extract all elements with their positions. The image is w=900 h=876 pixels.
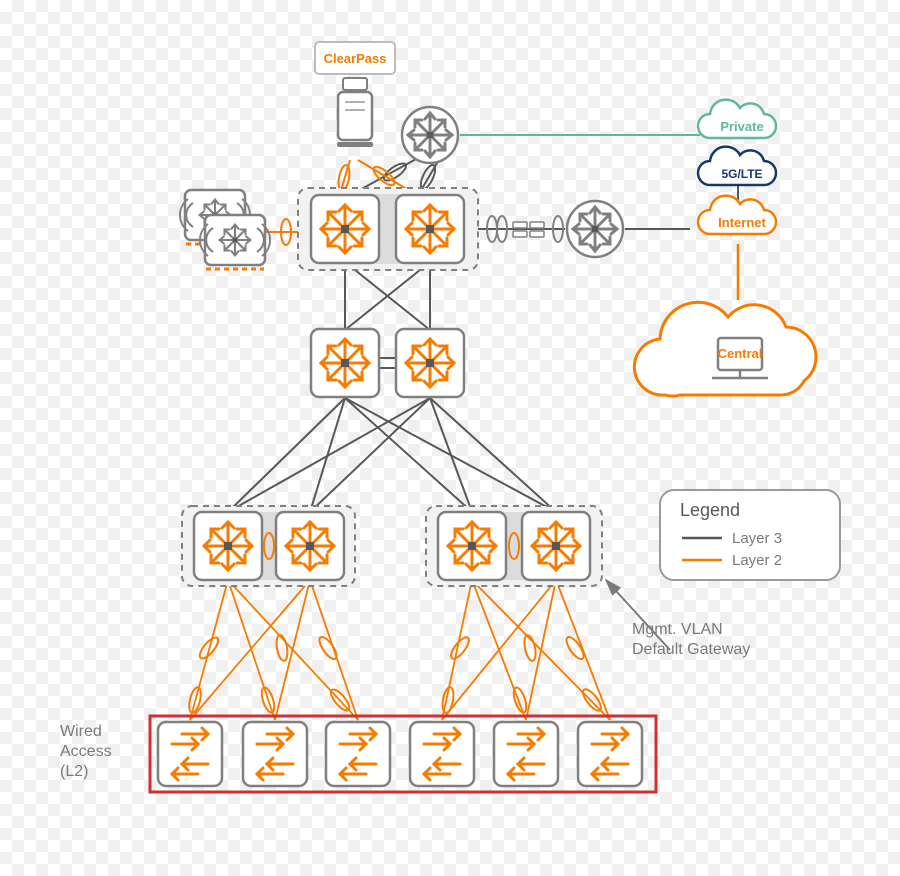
central-label: Central <box>718 346 763 361</box>
ap-stack <box>180 190 270 269</box>
legend-title: Legend <box>680 500 740 520</box>
access-switches <box>158 722 642 786</box>
top-router <box>402 107 458 163</box>
mgmt-pointer <box>606 580 670 650</box>
layer2-links <box>190 580 610 720</box>
clearpass-node: ClearPass <box>315 42 395 147</box>
wired-access-label: Wired Access (L2) <box>60 723 112 780</box>
internet-cloud: Internet <box>698 196 776 234</box>
svg-text:Default Gateway: Default Gateway <box>632 641 750 658</box>
5glte-cloud: 5G/LTE <box>698 147 776 185</box>
network-diagram: ClearPass Private 5G/LTE Internet <box>0 0 900 876</box>
core-pair <box>298 188 478 270</box>
agg-cluster-b <box>426 506 602 586</box>
dist-pair <box>311 329 464 397</box>
legend-l3: Layer 3 <box>732 530 782 547</box>
svg-text:(L2): (L2) <box>60 763 88 780</box>
mgmt-annotation: Mgmt. VLAN Default Gateway <box>632 621 750 658</box>
legend: Legend Layer 3 Layer 2 <box>660 490 840 580</box>
private-cloud: Private <box>698 100 776 138</box>
svg-text:Access: Access <box>60 743 112 760</box>
clearpass-label: ClearPass <box>324 51 387 66</box>
central-cloud: Central <box>634 302 816 396</box>
internet-label: Internet <box>718 215 766 230</box>
svg-text:Wired: Wired <box>60 723 102 740</box>
private-label: Private <box>720 119 763 134</box>
agg-cluster-a <box>182 506 355 586</box>
wan-router <box>567 201 623 257</box>
svg-text:Mgmt. VLAN: Mgmt. VLAN <box>632 621 723 638</box>
5glte-label: 5G/LTE <box>721 167 762 181</box>
legend-l2: Layer 2 <box>732 552 782 569</box>
